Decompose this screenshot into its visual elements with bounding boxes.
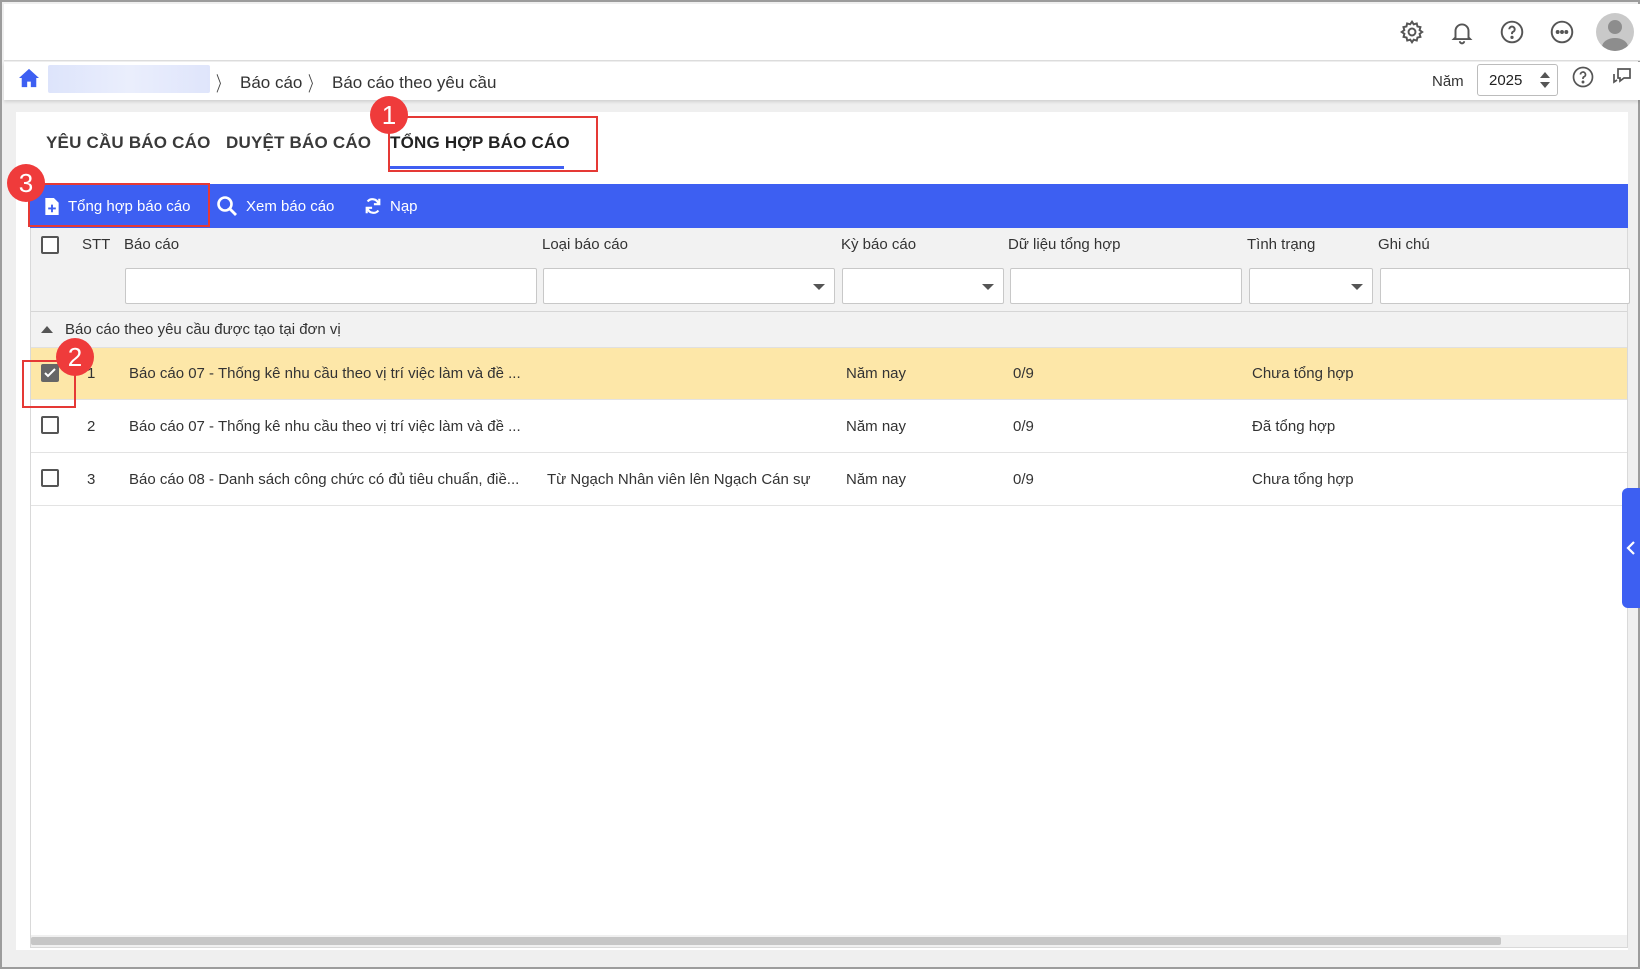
column-header-report-type[interactable]: Loại báo cáo xyxy=(542,236,628,253)
filter-report-input[interactable] xyxy=(125,268,537,304)
file-add-icon xyxy=(45,197,59,215)
grid-header: STT Báo cáo Loại báo cáo Kỳ báo cáo Dữ l… xyxy=(31,228,1630,312)
filter-report-type-select[interactable] xyxy=(543,268,835,304)
breadcrumb-item-reports[interactable]: 〉 Báo cáo xyxy=(212,68,302,97)
breadcrumb-label: Báo cáo theo yêu cầu xyxy=(332,72,497,92)
cell-period: Năm nay xyxy=(846,365,907,382)
report-grid: STT Báo cáo Loại báo cáo Kỳ báo cáo Dữ l… xyxy=(30,228,1630,948)
column-header-report[interactable]: Báo cáo xyxy=(124,236,179,253)
cell-report: Báo cáo 07 - Thống kê nhu cầu theo vị tr… xyxy=(129,365,521,382)
cell-report: Báo cáo 08 - Danh sách công chức có đủ t… xyxy=(129,471,520,488)
organization-name-blurred xyxy=(48,65,210,93)
breadcrumb-separator-icon: 〉 xyxy=(216,74,228,96)
check-icon xyxy=(44,368,56,378)
home-icon[interactable] xyxy=(18,68,44,92)
search-icon xyxy=(217,196,237,216)
synthesize-report-button[interactable]: Tổng hợp báo cáo xyxy=(44,184,190,228)
cell-status: Đã tổng hợp xyxy=(1252,418,1336,435)
group-label: Báo cáo theo yêu cầu được tạo tại đơn vị xyxy=(65,321,341,338)
table-row[interactable]: 2 Báo cáo 07 - Thống kê nhu cầu theo vị … xyxy=(31,401,1627,453)
view-report-label: Xem báo cáo xyxy=(246,197,335,215)
spin-arrows-icon[interactable] xyxy=(1539,68,1551,92)
chevron-down-icon xyxy=(813,284,825,290)
app-window: 〉 Báo cáo 〉 Báo cáo theo yêu cầu Năm 202… xyxy=(0,0,1640,969)
cell-aggregated-data: 0/9 xyxy=(1013,418,1034,435)
help-circle-icon[interactable] xyxy=(1496,16,1528,48)
filter-status-select[interactable] xyxy=(1249,268,1373,304)
year-label: Năm xyxy=(1432,73,1464,90)
bell-icon[interactable] xyxy=(1446,16,1478,48)
horizontal-scrollbar[interactable] xyxy=(31,935,1627,947)
collapse-triangle-icon[interactable] xyxy=(41,326,53,333)
cell-status: Chưa tổng hợp xyxy=(1252,365,1354,382)
active-tab-indicator xyxy=(390,166,564,169)
breadcrumb-label: Báo cáo xyxy=(240,72,303,92)
year-stepper[interactable]: 2025 xyxy=(1477,64,1558,96)
select-all-checkbox[interactable] xyxy=(41,236,59,254)
main-panel: YÊU CẦU BÁO CÁO DUYỆT BÁO CÁO TỔNG HỢP B… xyxy=(16,112,1630,950)
column-header-status[interactable]: Tình trạng xyxy=(1247,236,1315,253)
cell-period: Năm nay xyxy=(846,471,907,488)
column-header-period[interactable]: Kỳ báo cáo xyxy=(841,236,916,253)
row-checkbox[interactable] xyxy=(41,469,59,487)
step-marker-3: 3 xyxy=(7,164,45,202)
chevron-down-icon xyxy=(1351,284,1363,290)
chevron-left-icon xyxy=(1626,541,1635,555)
tab-approve-reports[interactable]: DUYỆT BÁO CÁO xyxy=(226,133,371,153)
top-icons xyxy=(1396,13,1634,51)
row-checkbox[interactable] xyxy=(41,416,59,434)
gear-icon[interactable] xyxy=(1396,16,1428,48)
tab-synthesize-reports[interactable]: TỔNG HỢP BÁO CÁO xyxy=(390,133,570,153)
column-header-aggregated-data[interactable]: Dữ liệu tổng hợp xyxy=(1008,236,1120,253)
more-icon[interactable] xyxy=(1546,16,1578,48)
side-panel-toggle[interactable] xyxy=(1622,488,1640,608)
filter-aggregated-data-input[interactable] xyxy=(1010,268,1242,304)
step-marker-2: 2 xyxy=(56,338,94,376)
refresh-icon xyxy=(365,198,381,214)
tab-bar: YÊU CẦU BÁO CÁO DUYỆT BÁO CÁO TỔNG HỢP B… xyxy=(16,112,1628,184)
row-checkbox[interactable] xyxy=(41,364,59,382)
breadcrumb-item-requested-reports[interactable]: 〉 Báo cáo theo yêu cầu xyxy=(304,68,496,97)
avatar[interactable] xyxy=(1596,13,1634,51)
table-row[interactable]: 3 Báo cáo 08 - Danh sách công chức có đủ… xyxy=(31,454,1627,506)
cell-report-type: Từ Ngạch Nhân viên lên Ngạch Cán sự xyxy=(547,471,811,488)
cell-stt: 3 xyxy=(87,471,96,488)
tab-report-requests[interactable]: YÊU CẦU BÁO CÁO xyxy=(46,133,211,153)
scrollbar-thumb[interactable] xyxy=(31,937,1501,945)
filter-period-select[interactable] xyxy=(842,268,1004,304)
feedback-icon[interactable] xyxy=(1610,65,1636,91)
synthesize-report-label: Tổng hợp báo cáo xyxy=(68,197,191,215)
cell-status: Chưa tổng hợp xyxy=(1252,471,1354,488)
help-icon[interactable] xyxy=(1571,65,1597,91)
toolbar: Tổng hợp báo cáo Xem báo cáo Nạp xyxy=(30,184,1628,228)
step-marker-1: 1 xyxy=(370,96,408,134)
filter-note-input[interactable] xyxy=(1380,268,1630,304)
column-header-note[interactable]: Ghi chú xyxy=(1378,236,1430,253)
group-row[interactable]: Báo cáo theo yêu cầu được tạo tại đơn vị xyxy=(31,312,1627,348)
reload-button[interactable]: Nạp xyxy=(364,184,418,228)
reload-label: Nạp xyxy=(390,197,418,215)
cell-period: Năm nay xyxy=(846,418,907,435)
breadcrumb-separator-icon: 〉 xyxy=(308,74,320,96)
breadcrumb: 〉 Báo cáo 〉 Báo cáo theo yêu cầu Năm 202… xyxy=(4,62,1640,100)
view-report-button[interactable]: Xem báo cáo xyxy=(216,184,334,228)
year-value: 2025 xyxy=(1489,72,1523,89)
cell-aggregated-data: 0/9 xyxy=(1013,471,1034,488)
cell-stt: 2 xyxy=(87,418,96,435)
chevron-down-icon xyxy=(982,284,994,290)
table-row[interactable]: 1 Báo cáo 07 - Thống kê nhu cầu theo vị … xyxy=(31,348,1627,400)
cell-aggregated-data: 0/9 xyxy=(1013,365,1034,382)
cell-report: Báo cáo 07 - Thống kê nhu cầu theo vị tr… xyxy=(129,418,521,435)
top-bar xyxy=(4,4,1640,61)
column-header-stt[interactable]: STT xyxy=(82,236,110,253)
